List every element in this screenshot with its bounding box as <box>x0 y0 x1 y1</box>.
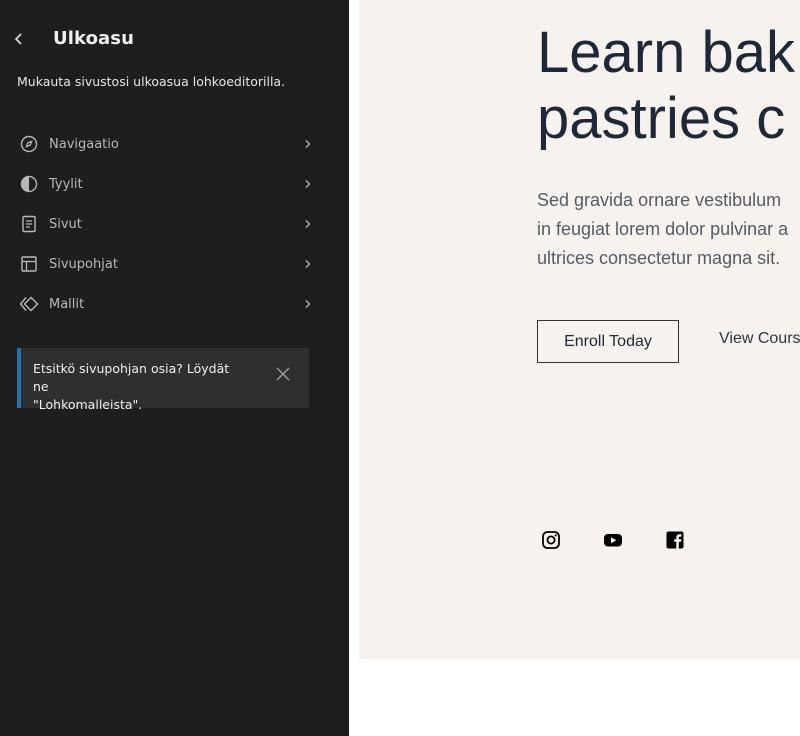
sidebar-nav: Navigaatio Tyylit Sivut Sivupohjat Malli… <box>8 124 320 324</box>
editor-preview[interactable]: Learn bak pastries c Sed gravida ornare … <box>349 0 800 736</box>
hero-section: Learn bak pastries c Sed gravida ornare … <box>359 0 800 659</box>
sidebar-item-label: Tyylit <box>49 176 83 192</box>
enroll-button[interactable]: Enroll Today <box>537 320 679 363</box>
hero-title: Learn bak pastries c <box>537 20 800 152</box>
layout-icon <box>18 253 40 275</box>
notice-close-button[interactable] <box>273 364 293 384</box>
notice-text-line: "Lohkomalleista". <box>33 397 143 412</box>
youtube-icon[interactable] <box>603 530 623 550</box>
chevron-right-icon <box>302 178 314 190</box>
sidebar-title: Ulkoasu <box>53 28 135 49</box>
template-parts-notice: Etsitkö sivupohjan osia? Löydät ne "Lohk… <box>17 348 309 412</box>
sidebar-item-label: Sivut <box>49 216 82 232</box>
page-icon <box>18 213 40 235</box>
hero-text-line: in feugiat lorem dolor pulvinar a <box>537 219 789 239</box>
view-courses-link[interactable]: View Cours <box>719 330 800 348</box>
hero-paragraph: Sed gravida ornare vestibulum in feugiat… <box>537 186 800 273</box>
hero-text-line: Sed gravida ornare vestibulum <box>537 190 782 210</box>
sidebar-item-label: Navigaatio <box>49 136 119 152</box>
sidebar-item-sivupohjat[interactable]: Sivupohjat <box>8 244 320 284</box>
instagram-icon[interactable] <box>541 530 561 550</box>
compass-icon <box>18 133 40 155</box>
sidebar-item-tyylit[interactable]: Tyylit <box>8 164 320 204</box>
back-button[interactable] <box>6 22 32 56</box>
chevron-right-icon <box>302 218 314 230</box>
notice-text-line: Etsitkö sivupohjan osia? Löydät ne <box>33 361 230 394</box>
chevron-right-icon <box>302 258 314 270</box>
notice-text: Etsitkö sivupohjan osia? Löydät ne "Lohk… <box>33 360 248 414</box>
sidebar: Ulkoasu Mukauta sivustosi ulkoasua lohko… <box>0 0 349 736</box>
sidebar-item-label: Mallit <box>49 296 85 312</box>
chevron-right-icon <box>302 298 314 310</box>
sidebar-item-mallit[interactable]: Mallit <box>8 284 320 324</box>
symbol-icon <box>18 293 40 315</box>
chevron-left-icon <box>12 32 26 46</box>
facebook-icon[interactable] <box>665 530 685 550</box>
hero-title-line: Learn bak <box>537 20 795 85</box>
sidebar-header: Ulkoasu <box>0 22 349 56</box>
hero-text-line: ultrices consectetur magna sit. <box>537 248 781 268</box>
chevron-right-icon <box>302 138 314 150</box>
close-icon <box>275 366 291 382</box>
sidebar-item-navigaatio[interactable]: Navigaatio <box>8 124 320 164</box>
half-circle-icon <box>18 173 40 195</box>
hero-title-line: pastries c <box>537 86 786 151</box>
sidebar-item-sivut[interactable]: Sivut <box>8 204 320 244</box>
sidebar-item-label: Sivupohjat <box>49 256 118 272</box>
sidebar-description: Mukauta sivustosi ulkoasua lohkoeditoril… <box>17 74 286 89</box>
site-editor: Ulkoasu Mukauta sivustosi ulkoasua lohko… <box>0 0 800 736</box>
